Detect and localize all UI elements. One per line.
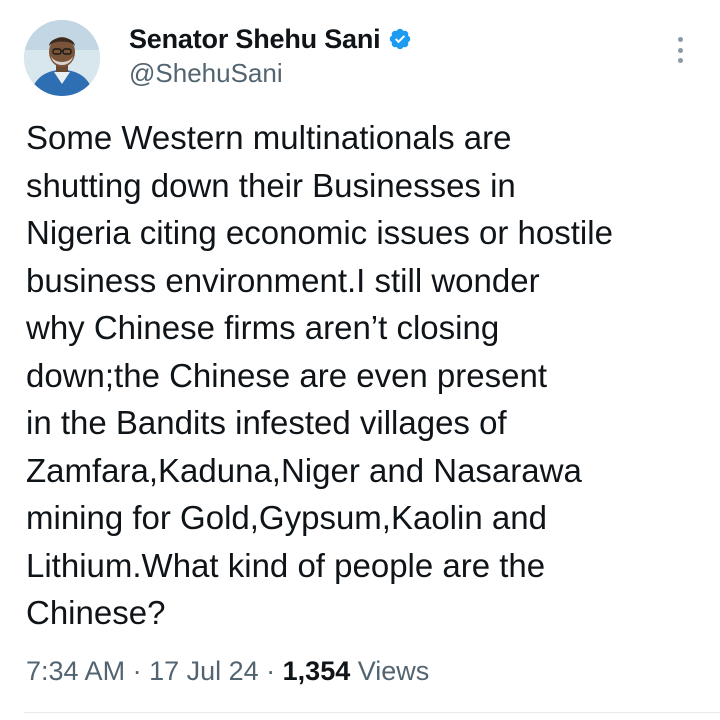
views-label: Views: [350, 656, 430, 686]
more-dot: [677, 47, 683, 53]
author-display-name[interactable]: Senator Shehu Sani: [129, 24, 381, 55]
tweet-text-line: shutting down their Businesses in: [26, 166, 516, 204]
more-dot: [677, 58, 683, 63]
tweet-text-line: business environment.I still wonder: [26, 261, 540, 299]
verified-badge-icon[interactable]: [388, 27, 412, 51]
avatar[interactable]: [24, 20, 100, 96]
views-count[interactable]: 1,354: [283, 656, 351, 686]
more-dot: [677, 37, 683, 42]
tweet-text-line: in the Bandits infested villages of: [26, 404, 507, 441]
author-handle[interactable]: @ShehuSani: [129, 58, 283, 89]
meta-separator: ·: [258, 656, 283, 686]
tweet-text-line: Lithium.What kind of people are the: [26, 546, 546, 584]
tweet-text-line: why Chinese firms aren’t closing: [26, 309, 500, 346]
more-vertical-icon[interactable]: [666, 33, 694, 67]
tweet-text-line: Zamfara,Kaduna,Niger and Nasarawa: [26, 451, 582, 489]
author-name-row: Senator Shehu Sani: [129, 22, 412, 56]
tweet-text-line: down;the Chinese are even present: [26, 356, 548, 394]
tweet-text-line: mining for Gold,Gypsum,Kaolin and: [26, 499, 547, 536]
tweet-text-line: Chinese?: [26, 594, 166, 631]
tweet-text-line: Some Western multinationals are: [26, 119, 512, 156]
tweet-date[interactable]: 17 Jul 24: [149, 656, 259, 686]
tweet-text: Some Western multinationals are shutting…: [26, 114, 706, 637]
divider: [24, 712, 720, 713]
avatar-photo: [24, 20, 100, 96]
tweet-text-line: Nigeria citing economic issues or hostil…: [26, 214, 613, 251]
meta-separator: ·: [125, 656, 150, 686]
tweet-time[interactable]: 7:34 AM: [26, 656, 125, 686]
tweet-meta: 7:34 AM · 17 Jul 24 · 1,354 Views: [26, 656, 429, 687]
